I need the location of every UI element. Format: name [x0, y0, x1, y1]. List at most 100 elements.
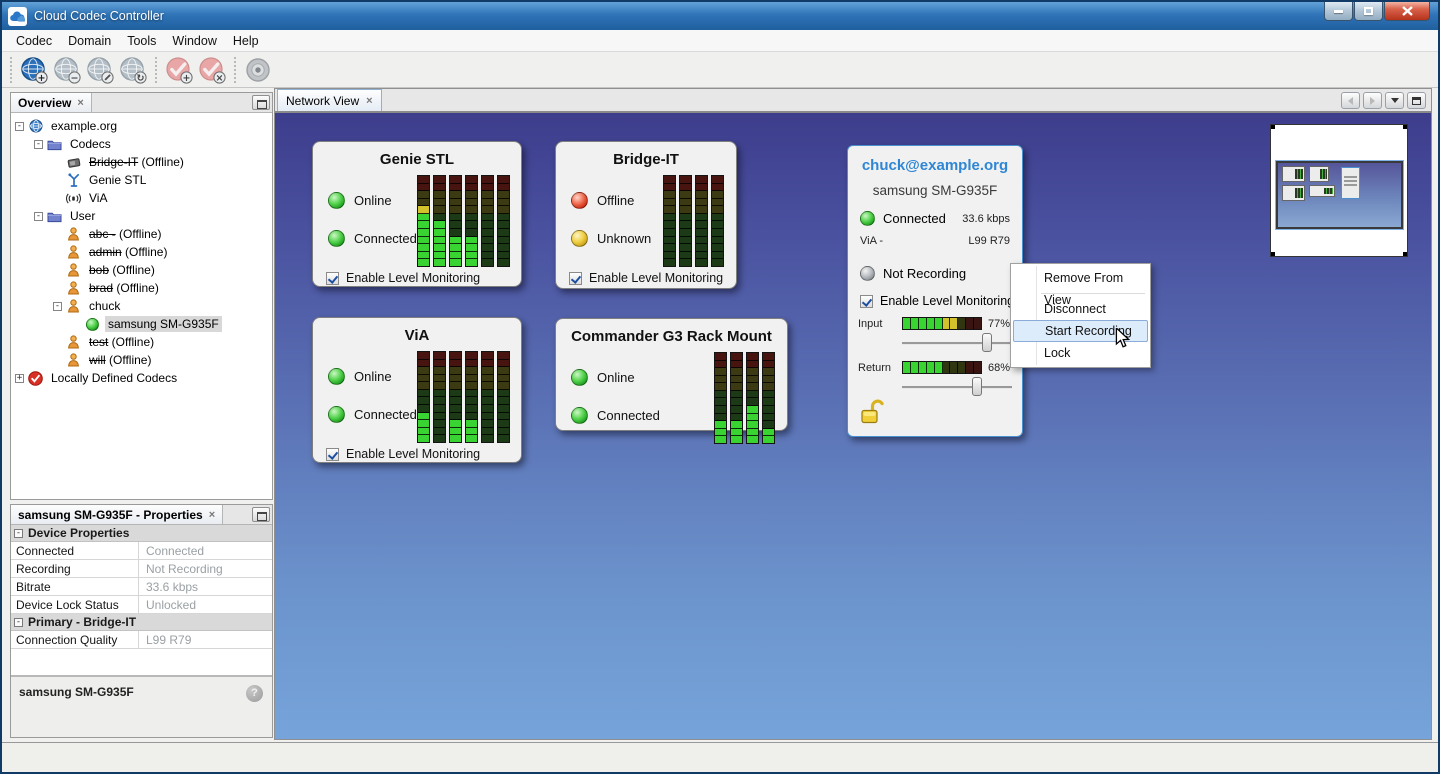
user-card-chuck[interactable]: chuck@example.org samsung SM-G935F Conne… [847, 145, 1023, 437]
tree-item-abc[interactable]: abc - (Offline) [11, 225, 272, 243]
tab-list-button[interactable] [1385, 92, 1404, 109]
green-sphere-icon [85, 317, 100, 331]
menu-domain[interactable]: Domain [60, 32, 119, 50]
close-tab-icon[interactable]: × [209, 509, 215, 521]
red-check-icon [28, 371, 43, 385]
slider-thumb[interactable] [982, 333, 992, 352]
scroll-tabs-left-button[interactable] [1341, 92, 1360, 109]
overview-tab-bar: Overview × [11, 93, 272, 113]
level-meter-bar [465, 175, 478, 267]
tree-expander-icon[interactable]: - [15, 122, 24, 131]
edit-domain-button[interactable] [84, 54, 115, 85]
help-icon[interactable]: ? [246, 685, 263, 702]
minimize-panel-button[interactable] [252, 95, 270, 110]
tab-properties[interactable]: samsung SM-G935F - Properties × [11, 505, 223, 524]
tree-item-genie-stl[interactable]: Genie STL [11, 171, 272, 189]
menu-window[interactable]: Window [164, 32, 224, 50]
level-meter-bar [481, 175, 494, 267]
properties-footer: samsung SM-G935F ? [11, 675, 272, 737]
input-gain-slider[interactable] [902, 333, 1012, 352]
menu-tools[interactable]: Tools [119, 32, 164, 50]
enable-level-monitoring-checkbox[interactable] [569, 272, 582, 285]
return-percent: 68% [988, 362, 1010, 374]
maximize-button[interactable] [1354, 2, 1383, 21]
enable-level-monitoring[interactable]: Enable Level Monitoring [313, 267, 521, 295]
minimap-user-card [1341, 167, 1360, 199]
add-domain-button[interactable]: + [18, 54, 49, 85]
enable-level-monitoring[interactable]: Enable Level Monitoring [556, 267, 736, 295]
tree-item-bridge-it[interactable]: Bridge-IT (Offline) [11, 153, 272, 171]
tree-expander-icon[interactable]: - [53, 302, 62, 311]
tab-overview[interactable]: Overview × [11, 93, 92, 112]
tab-network-view-label: Network View [286, 94, 359, 108]
view-codec-button[interactable] [242, 54, 273, 85]
menu-help[interactable]: Help [225, 32, 267, 50]
codec-card-commander-g3[interactable]: Commander G3 Rack MountOnlineConnected [555, 318, 788, 431]
maximize-view-button[interactable] [1407, 92, 1426, 109]
tree-item-will[interactable]: will (Offline) [11, 351, 272, 369]
close-tab-icon[interactable]: × [366, 95, 372, 107]
remove-codec-button[interactable]: × [196, 54, 227, 85]
toolbar: + − ↻ + × [2, 52, 1438, 88]
level-meter-bar [762, 352, 775, 444]
minimap-panel[interactable] [1270, 124, 1408, 257]
property-label: Connected [11, 542, 139, 559]
checkbox-label: Enable Level Monitoring [589, 271, 723, 285]
tree-expander-icon[interactable]: - [34, 140, 43, 149]
enable-level-monitoring[interactable]: Enable Level Monitoring [313, 443, 521, 471]
scroll-tabs-right-button[interactable] [1363, 92, 1382, 109]
collapse-icon[interactable]: - [14, 618, 23, 627]
tree-item-bob[interactable]: bob (Offline) [11, 261, 272, 279]
menu-item-disconnect[interactable]: Disconnect [1013, 298, 1148, 320]
enable-level-monitoring-checkbox[interactable] [326, 448, 339, 461]
return-gain-slider[interactable] [902, 377, 1012, 396]
property-row: Bitrate33.6 kbps [11, 578, 272, 596]
tree-item-user[interactable]: -User [11, 207, 272, 225]
tree-expander-icon[interactable]: - [34, 212, 43, 221]
tree-item-codecs[interactable]: -Codecs [11, 135, 272, 153]
property-row: Connection QualityL99 R79 [11, 631, 272, 649]
level-meter-bar [497, 351, 510, 443]
tree-item-locally-defined-codecs[interactable]: +Locally Defined Codecs [11, 369, 272, 387]
tree-item-samsung-sm-g935f[interactable]: samsung SM-G935F [11, 315, 272, 333]
status-row: Connected [571, 407, 714, 424]
reconnect-domain-button[interactable]: ↻ [117, 54, 148, 85]
tab-network-view[interactable]: Network View × [277, 89, 382, 111]
minimize-panel-button[interactable] [252, 507, 270, 522]
enable-level-monitoring-checkbox[interactable] [860, 295, 873, 308]
tree-item-example-org[interactable]: -example.org [11, 117, 272, 135]
tree-expander-icon[interactable]: + [15, 374, 24, 383]
remove-domain-button[interactable]: − [51, 54, 82, 85]
tree-item-admin[interactable]: admin (Offline) [11, 243, 272, 261]
property-section-header[interactable]: -Device Properties [11, 525, 272, 542]
level-meters [663, 172, 724, 267]
minimap-card [1282, 185, 1305, 201]
close-tab-icon[interactable]: × [77, 97, 83, 109]
codec-card-genie-stl[interactable]: Genie STLOnlineConnectedEnable Level Mon… [312, 141, 522, 287]
svg-text:+: + [182, 72, 190, 83]
link-label: ViA - [860, 235, 883, 247]
tree-item-label: Genie STL [86, 172, 149, 188]
tree-item-via[interactable]: ViA [11, 189, 272, 207]
property-section-header[interactable]: -Primary - Bridge-IT [11, 614, 272, 631]
menu-codec[interactable]: Codec [8, 32, 60, 50]
add-codec-button[interactable]: + [163, 54, 194, 85]
tree-item-test[interactable]: test (Offline) [11, 333, 272, 351]
collapse-icon[interactable]: - [14, 529, 23, 538]
minimap-viewport[interactable] [1276, 161, 1403, 229]
network-canvas[interactable]: Genie STLOnlineConnectedEnable Level Mon… [275, 113, 1431, 739]
level-meters [714, 349, 775, 444]
slider-thumb[interactable] [972, 377, 982, 396]
minimize-button[interactable] [1324, 2, 1353, 21]
property-row: ConnectedConnected [11, 542, 272, 560]
mouse-cursor [1115, 328, 1132, 353]
menu-item-remove-from-view[interactable]: Remove From View [1013, 267, 1148, 289]
close-button[interactable] [1384, 2, 1430, 21]
codec-card-bridge-it[interactable]: Bridge-ITOfflineUnknownEnable Level Moni… [555, 141, 737, 289]
svg-text:+: + [37, 72, 45, 83]
toolbar-grip [152, 57, 159, 83]
enable-level-monitoring-checkbox[interactable] [326, 272, 339, 285]
tree-item-brad[interactable]: brad (Offline) [11, 279, 272, 297]
codec-card-via[interactable]: ViAOnlineConnectedEnable Level Monitorin… [312, 317, 522, 463]
tree-item-chuck[interactable]: -chuck [11, 297, 272, 315]
